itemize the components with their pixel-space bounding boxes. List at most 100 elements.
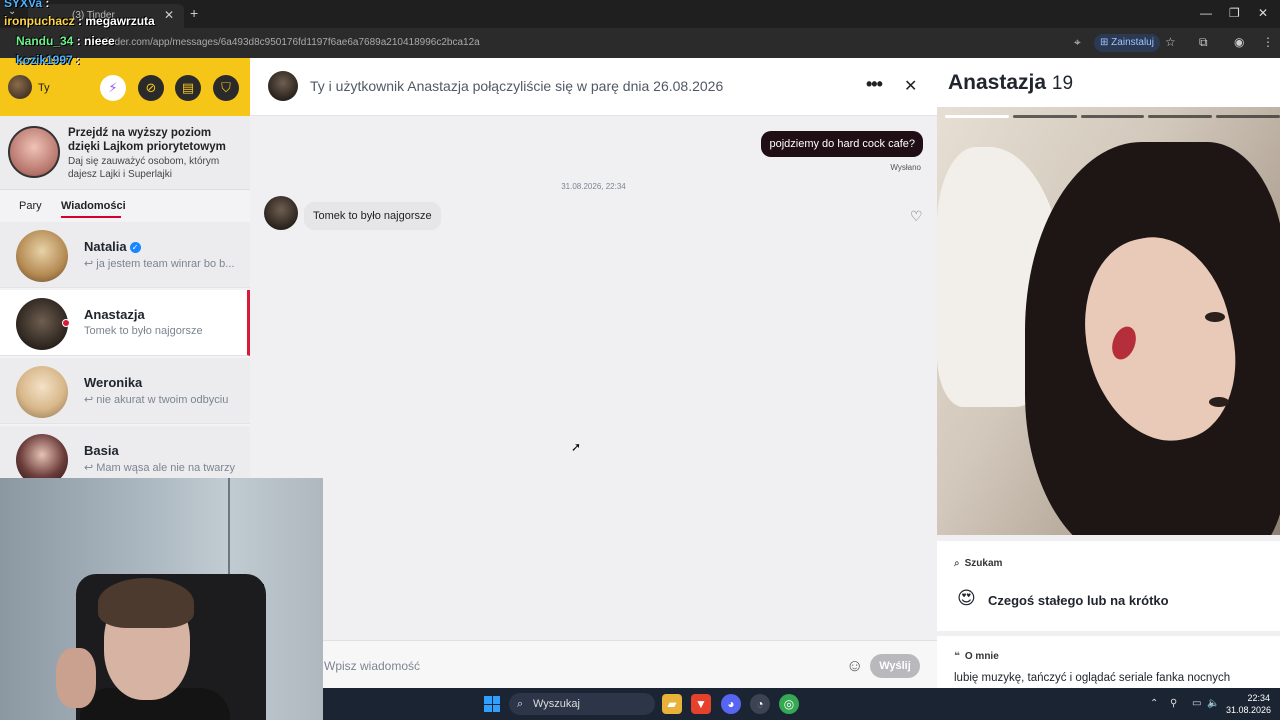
looking-for-section: ⌕ Szukam 😍 Czegoś stałego lub na krótko	[937, 541, 1280, 631]
photo-indicator[interactable]	[1148, 115, 1213, 118]
about-section: ❝ O mnie lubię muzykę, tańczyć i oglądać …	[937, 636, 1280, 688]
conversation-name: Weronika	[84, 375, 143, 390]
profile-name: Anastazja 19	[948, 71, 1074, 94]
verified-badge-icon: ✓	[129, 242, 141, 253]
menu-icon[interactable]: ⋮	[1262, 35, 1274, 49]
tab-messages[interactable]: Wiadomości	[61, 200, 126, 212]
chat-panel: Ty i użytkownik Anastazja połączyliście …	[250, 58, 937, 688]
close-tab-icon[interactable]: ✕	[164, 8, 174, 22]
active-tab-indicator	[61, 216, 121, 218]
about-text: lubię muzykę, tańczyć i oglądać seriale …	[954, 672, 1231, 684]
conversation-preview: ↩ ja jestem team winrar bo b...	[84, 258, 235, 270]
install-button[interactable]: ⊞ Zainstaluj	[1094, 34, 1160, 52]
boost-icon[interactable]: ⚡	[100, 75, 126, 101]
promo-title: Przejdź na wyższy poziom dzięki Lajkom p…	[68, 127, 226, 153]
sidebar-tabs: Pary Wiadomości	[0, 190, 250, 222]
mouse-cursor-icon: ➚	[571, 440, 582, 454]
maximize-icon[interactable]: ❐	[1229, 6, 1240, 20]
match-info-title: Ty i użytkownik Anastazja połączyliście …	[310, 78, 724, 94]
profile-age: 19	[1051, 73, 1074, 94]
bookmark-star-icon[interactable]: ☆	[1165, 35, 1176, 49]
promo-avatar	[8, 126, 60, 178]
photo-indicator[interactable]	[1012, 115, 1077, 118]
conversation-item-natalia[interactable]: Natalia ✓ ↩ ja jestem team winrar bo b...	[0, 222, 250, 288]
conversation-item-anastazja[interactable]: Anastazja Tomek to było najgorsze	[0, 290, 250, 356]
tray-chevron-icon[interactable]: ⌃	[1150, 698, 1158, 709]
app-icon[interactable]: ◔	[750, 694, 770, 714]
discord-icon[interactable]: ◕	[721, 694, 741, 714]
profile-icon[interactable]: ◉	[1234, 35, 1244, 49]
taskbar-search[interactable]: ⌕ Wyszukaj	[509, 693, 655, 715]
message-timestamp: 31.08.2026, 22:34	[561, 182, 626, 191]
send-button[interactable]: Wyślij	[870, 654, 920, 678]
clock-time: 22:34	[1247, 693, 1270, 703]
photo-indicator[interactable]	[1080, 115, 1145, 118]
unread-dot	[62, 319, 70, 327]
webcam-overlay	[0, 478, 323, 720]
profile-panel: Anastazja 19 ⌕ Szukam 😍 Czegoś stałego lu…	[937, 58, 1280, 688]
conversation-name: Basia	[84, 443, 119, 458]
conversation-name: Anastazja	[84, 307, 145, 322]
quote-icon: ❝	[954, 651, 960, 662]
photo-eye	[1205, 312, 1225, 322]
stream-chat-line: ironpuchacz : megawrzuta	[4, 14, 155, 28]
webcam-hand	[56, 648, 96, 708]
match-avatar[interactable]	[268, 71, 298, 101]
avatar	[16, 298, 68, 350]
location-icon[interactable]: ⌖	[1074, 35, 1081, 50]
explore-icon[interactable]: ⊘	[138, 75, 164, 101]
like-heart-icon[interactable]: ♡	[910, 208, 923, 225]
chrome-icon[interactable]: ◎	[779, 694, 799, 714]
close-icon[interactable]: ✕	[904, 76, 917, 96]
display-icon[interactable]: ▭	[1192, 698, 1201, 709]
sender-avatar	[264, 196, 298, 230]
my-profile-label[interactable]: Ty	[38, 82, 50, 94]
search-icon: ⌕	[954, 558, 960, 569]
minimize-icon[interactable]: —	[1200, 6, 1212, 20]
tab-matches[interactable]: Pary	[19, 200, 42, 212]
clock-date: 31.08.2026	[1226, 705, 1272, 715]
briefcase-icon[interactable]: ▤	[175, 75, 201, 101]
my-avatar[interactable]	[8, 75, 32, 99]
emoji-icon[interactable]: ☺	[846, 656, 863, 676]
photo-indicator[interactable]	[1216, 115, 1280, 118]
brave-browser-icon[interactable]: ▼	[691, 694, 711, 714]
looking-for-value: Czegoś stałego lub na krótko	[988, 593, 1169, 608]
volume-icon[interactable]: 🔈	[1207, 698, 1219, 709]
incoming-message: Tomek to było najgorsze	[304, 202, 441, 230]
webcam-hair	[98, 578, 194, 628]
heart-eyes-emoji-icon: 😍	[957, 588, 976, 608]
windows-start-icon[interactable]	[484, 696, 500, 712]
stream-chat-line: SYXVa :	[4, 0, 50, 10]
url-field[interactable]: tinder.com/app/messages/6a493d8c950176fd…	[104, 37, 480, 48]
stream-chat-line: kozik1997 :	[16, 53, 81, 67]
looking-for-title: ⌕ Szukam	[954, 558, 1003, 569]
browser-tab-bar: ⌄ (3) Tinder ✕ + — ❐ ✕	[0, 0, 1280, 28]
about-title: ❝ O mnie	[954, 651, 999, 662]
close-window-icon[interactable]: ✕	[1258, 6, 1268, 20]
photo-indicator[interactable]	[945, 115, 1009, 118]
extensions-icon[interactable]: ⧉	[1199, 35, 1208, 50]
profile-photo[interactable]	[937, 107, 1280, 535]
chat-header: Ty i użytkownik Anastazja połączyliście …	[250, 58, 937, 116]
address-bar: tinder.com/app/messages/6a493d8c950176fd…	[0, 28, 1280, 58]
outgoing-message: pojdziemy do hard cock cafe?	[761, 131, 923, 157]
message-composer: ☺ Wyślij	[250, 640, 937, 688]
file-explorer-icon[interactable]: ▰	[662, 694, 682, 714]
priority-likes-promo[interactable]: Przejdź na wyższy poziom dzięki Lajkom p…	[0, 116, 250, 190]
system-clock[interactable]: 22:34 31.08.2026	[1226, 692, 1272, 716]
network-icon[interactable]: ⚲	[1170, 698, 1177, 709]
shield-icon[interactable]: ⛉	[213, 75, 239, 101]
conversation-item-weronika[interactable]: Weronika ↩ nie akurat w twoim odbyciu	[0, 358, 250, 424]
more-options-icon[interactable]: •••	[866, 74, 883, 95]
new-tab-button[interactable]: +	[190, 5, 198, 21]
conversation-preview: ↩ Mam wąsa ale nie na twarzy	[84, 462, 236, 474]
avatar	[16, 366, 68, 418]
profile-header: Anastazja 19	[937, 58, 1280, 107]
avatar	[16, 230, 68, 282]
sent-status: Wysłano	[890, 163, 921, 172]
photo-eye	[1209, 397, 1229, 407]
conversation-preview: Tomek to było najgorsze	[84, 325, 203, 337]
photo-pagination	[945, 115, 1280, 118]
message-input[interactable]	[324, 659, 824, 673]
